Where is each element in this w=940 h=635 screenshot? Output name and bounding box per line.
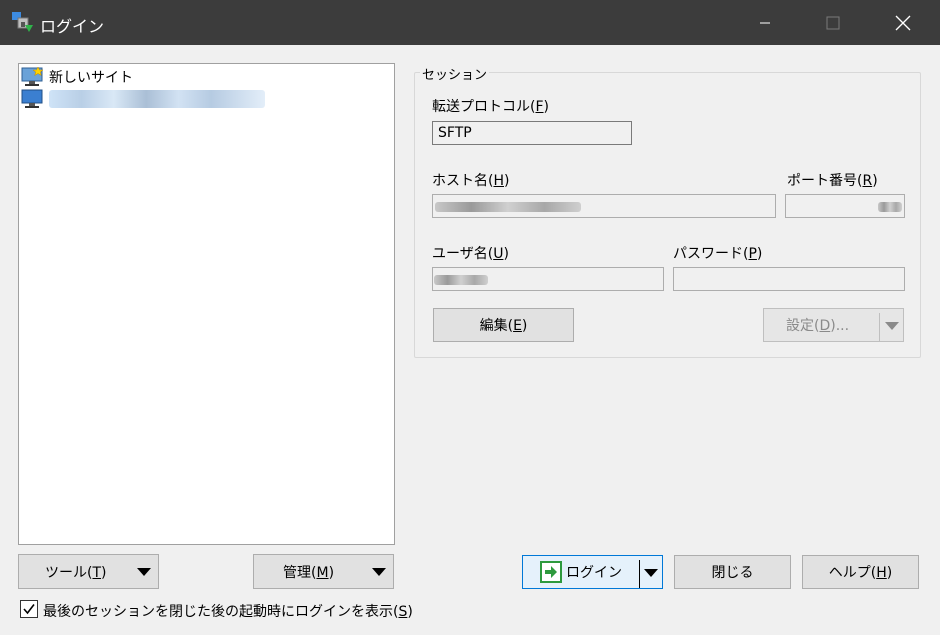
port-input[interactable] bbox=[785, 194, 905, 218]
maximize-icon bbox=[826, 16, 840, 29]
password-input[interactable] bbox=[673, 267, 905, 291]
settings-dropdown-icon[interactable] bbox=[885, 322, 899, 330]
app-icon bbox=[12, 12, 33, 32]
site-monitor-icon bbox=[21, 89, 43, 108]
login-dropdown-icon[interactable] bbox=[644, 569, 658, 577]
new-site-monitor-icon bbox=[21, 67, 44, 86]
settings-button-label: 設定(D)... bbox=[786, 318, 850, 334]
window-title: ログイン bbox=[40, 17, 105, 36]
manage-button[interactable]: 管理(M) bbox=[253, 554, 394, 589]
site-label: 新しいサイト bbox=[49, 70, 133, 86]
port-label: ポート番号(R) bbox=[787, 173, 878, 189]
tools-button-label: ツール(T) bbox=[45, 564, 107, 581]
blurred-host-value bbox=[435, 202, 581, 212]
user-label: ユーザ名(U) bbox=[432, 246, 509, 262]
site-item-new[interactable]: 新しいサイト bbox=[21, 67, 133, 87]
help-button-label: ヘルプ(H) bbox=[828, 565, 893, 581]
tools-button[interactable]: ツール(T) bbox=[18, 554, 159, 589]
blurred-site-label bbox=[49, 90, 265, 108]
user-input[interactable] bbox=[432, 267, 664, 291]
minimize-button[interactable] bbox=[742, 0, 788, 45]
settings-button[interactable]: 設定(D)... bbox=[763, 308, 904, 342]
login-icon bbox=[540, 561, 562, 583]
show-login-checkbox[interactable] bbox=[20, 600, 38, 618]
maximize-button[interactable] bbox=[810, 0, 856, 45]
close-dialog-button-label: 閉じる bbox=[711, 565, 754, 581]
login-button-label: ログイン bbox=[566, 565, 622, 581]
protocol-label: 転送プロトコル(F) bbox=[432, 99, 549, 115]
tools-dropdown-icon bbox=[137, 568, 151, 576]
minimize-icon bbox=[760, 22, 770, 23]
close-button[interactable] bbox=[880, 0, 926, 45]
site-tree[interactable]: 新しいサイト bbox=[18, 63, 395, 545]
blurred-port-value bbox=[878, 202, 902, 212]
help-button[interactable]: ヘルプ(H) bbox=[802, 555, 919, 589]
title-bar: ログイン bbox=[0, 0, 940, 45]
login-button[interactable]: ログイン bbox=[522, 555, 663, 589]
show-login-checkbox-label[interactable]: 最後のセッションを閉じた後の起動時にログインを表示(S) bbox=[43, 601, 413, 621]
settings-split-divider bbox=[879, 313, 880, 341]
checkmark-icon bbox=[23, 604, 35, 615]
edit-button[interactable]: 編集(E) bbox=[433, 308, 574, 342]
host-input[interactable] bbox=[432, 194, 776, 218]
session-group-label: セッション bbox=[420, 64, 490, 83]
manage-dropdown-icon bbox=[372, 568, 386, 576]
login-split-divider bbox=[639, 560, 640, 588]
password-label: パスワード(P) bbox=[673, 246, 763, 262]
protocol-select[interactable]: SFTP bbox=[432, 121, 632, 145]
close-icon bbox=[895, 15, 911, 30]
close-dialog-button[interactable]: 閉じる bbox=[674, 555, 791, 589]
edit-button-label: 編集(E) bbox=[479, 318, 528, 334]
site-item[interactable] bbox=[21, 89, 265, 109]
blurred-user-value bbox=[434, 275, 488, 285]
host-label: ホスト名(H) bbox=[432, 173, 510, 189]
manage-button-label: 管理(M) bbox=[283, 564, 335, 581]
